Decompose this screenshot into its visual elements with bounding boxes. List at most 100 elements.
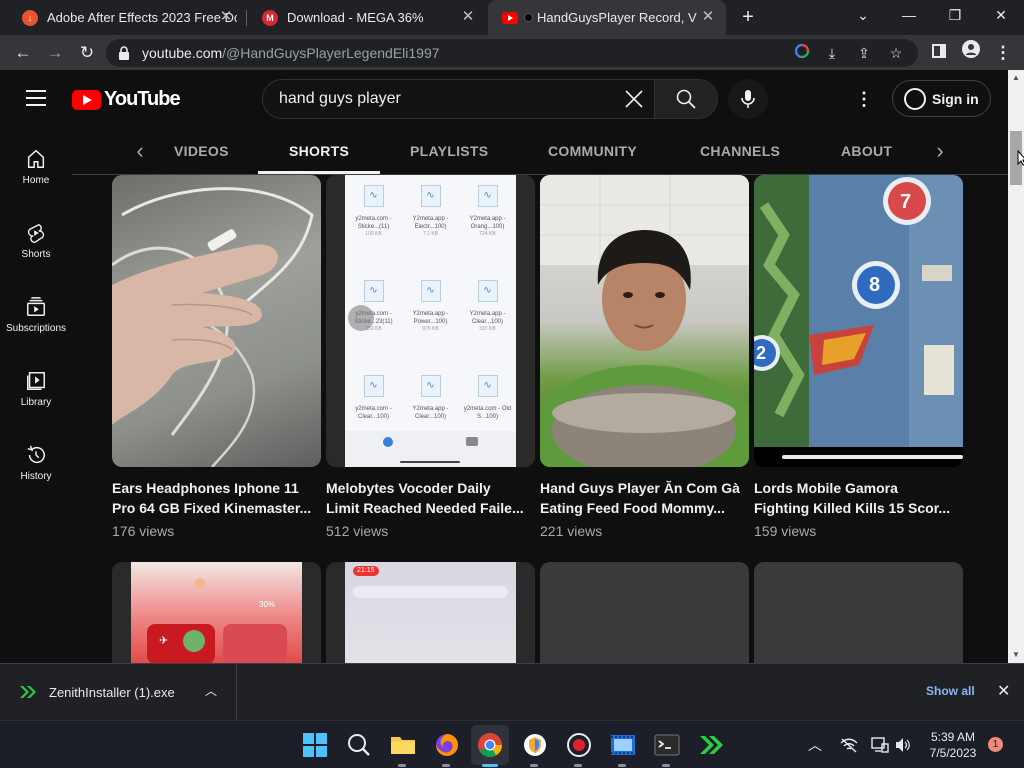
running-indicator [398, 764, 406, 767]
file-explorer-icon[interactable] [390, 732, 416, 758]
close-download-bar-icon[interactable]: ✕ [997, 681, 1010, 701]
short-title[interactable]: Melobytes Vocoder Daily Limit Reached Ne… [326, 478, 526, 518]
windows-start-icon[interactable] [302, 732, 328, 758]
tab-about[interactable]: ABOUT [841, 128, 892, 174]
sign-in-button[interactable]: Sign in [892, 80, 991, 117]
install-app-icon[interactable]: ⤓ [822, 43, 842, 63]
file-manager-bottom-nav [345, 431, 516, 467]
notification-badge[interactable]: 1 [988, 737, 1003, 752]
close-tab-icon[interactable]: ✕ [460, 9, 476, 25]
short-thumbnail-placeholder[interactable] [540, 562, 749, 663]
sidebar-label: History [20, 471, 52, 482]
shorts-icon [27, 224, 45, 243]
audio-file-icon: ∿ [420, 375, 441, 397]
audio-file-tile: ∿ Y2meta.app - Clear...100) 337 KB [459, 270, 516, 365]
tab-community[interactable]: COMMUNITY [548, 128, 637, 174]
channel-tabs: ‹ VIDEOS SHORTS PLAYLISTS COMMUNITY CHAN… [72, 128, 1008, 175]
mouse-cursor-icon [1017, 150, 1024, 166]
short-thumbnail[interactable]: 30% ✈ [112, 562, 321, 663]
short-thumbnail[interactable] [540, 175, 749, 467]
share-icon[interactable]: ⇪ [854, 43, 874, 63]
forward-arrow-icon[interactable]: → [42, 40, 68, 66]
minimize-button[interactable]: — [886, 4, 932, 28]
chevron-right-icon[interactable]: › [928, 140, 952, 164]
short-thumbnail[interactable] [112, 175, 321, 467]
sidebar-item-library[interactable]: Library [0, 350, 72, 424]
short-thumbnail[interactable]: 7 8 2 [754, 175, 963, 467]
hamburger-menu-icon[interactable] [26, 90, 46, 106]
chrome-icon[interactable] [477, 732, 503, 758]
view-count: 221 views [540, 523, 603, 539]
scroll-down-arrow-icon[interactable]: ▼ [1011, 650, 1021, 660]
new-tab-button[interactable]: + [736, 6, 760, 30]
bookmark-star-icon[interactable]: ☆ [886, 43, 906, 63]
short-title[interactable]: Lords Mobile Gamora Fighting Killed Kill… [754, 478, 954, 518]
back-arrow-icon[interactable]: ← [10, 40, 36, 66]
sidebar-item-subscriptions[interactable]: Subscriptions [0, 276, 72, 350]
browser-menu-icon[interactable]: ⋮ [990, 40, 1016, 66]
search-bar [353, 586, 508, 598]
network-disconnected-icon[interactable] [840, 737, 858, 753]
voice-search-button[interactable] [728, 79, 768, 119]
folder-icon [466, 437, 478, 446]
terminal-icon[interactable] [654, 732, 680, 758]
system-clock[interactable]: 5:39 AM 7/5/2023 [918, 729, 988, 761]
tab-playlists[interactable]: PLAYLISTS [410, 128, 488, 174]
chevron-left-icon[interactable]: ‹ [128, 140, 152, 164]
tab-channels[interactable]: CHANNELS [700, 128, 780, 174]
close-tab-icon[interactable]: ✕ [700, 9, 716, 25]
audio-file-tile: ∿ Y2meta.app - Power...100) 979 KB [402, 270, 459, 365]
sidebar-item-history[interactable]: History [0, 424, 72, 498]
microphone-icon [741, 90, 755, 108]
youtube-sidebar: Home Shorts Subscriptions Library Histor… [0, 128, 72, 663]
vpn-shield-icon[interactable] [522, 732, 548, 758]
google-lens-icon[interactable] [792, 43, 812, 63]
history-icon [27, 445, 45, 464]
profile-icon[interactable] [958, 40, 984, 66]
download-item[interactable]: ZenithInstaller (1).exe ︿ [0, 664, 237, 720]
audio-file-icon: ∿ [420, 280, 441, 302]
show-all-button[interactable]: Show all [926, 684, 975, 698]
volume-icon[interactable] [895, 737, 911, 753]
game-number-badge: 7 [900, 191, 912, 213]
browser-tab-youtube[interactable]: HandGuysPlayer Record, Vide ✕ [488, 0, 726, 35]
status-time-badge: 21:15 [353, 566, 379, 576]
tab-shorts[interactable]: SHORTS [258, 128, 381, 174]
search-input[interactable]: hand guys player [262, 79, 655, 119]
audio-file-icon: ∿ [363, 185, 384, 207]
address-bar[interactable]: youtube.com/@HandGuysPlayerLegendEli1997… [106, 39, 918, 67]
side-panel-icon[interactable] [926, 40, 952, 66]
tab-search-chevron-icon[interactable]: ⌄ [840, 4, 886, 28]
zenith-file-icon [20, 686, 36, 698]
close-window-button[interactable]: ✕ [978, 4, 1024, 28]
screen-recorder-icon[interactable] [566, 732, 592, 758]
sidebar-item-shorts[interactable]: Shorts [0, 202, 72, 276]
youtube-logo[interactable]: YouTube [72, 88, 181, 111]
short-thumbnail-placeholder[interactable] [754, 562, 963, 663]
search-icon[interactable] [346, 732, 372, 758]
close-tab-icon[interactable]: ✕ [218, 9, 234, 25]
youtube-header: YouTube hand guys player ⋮ Sign in [0, 70, 1008, 128]
short-title[interactable]: Hand Guys Player Ăn Com Gà Eating Feed F… [540, 478, 740, 518]
firefox-icon[interactable] [434, 732, 460, 758]
sidebar-item-home[interactable]: Home [0, 128, 72, 202]
search-button[interactable] [654, 79, 718, 119]
browser-tab-mega[interactable]: M Download - MEGA 36% ✕ [248, 0, 486, 35]
browser-tab-after-effects[interactable]: ↓ Adobe After Effects 2023 Free Do ✕ [8, 0, 244, 35]
view-count: 176 views [112, 523, 175, 539]
scroll-up-arrow-icon[interactable]: ▲ [1011, 73, 1021, 83]
tab-videos[interactable]: VIDEOS [174, 128, 229, 174]
restore-button[interactable]: ❐ [932, 4, 978, 28]
show-hidden-icons-chevron-icon[interactable]: ︿ [808, 735, 822, 755]
zenith-app-icon[interactable] [698, 732, 724, 758]
display-icon[interactable] [871, 736, 889, 754]
library-icon [27, 372, 45, 390]
short-thumbnail[interactable]: 21:15 [326, 562, 535, 663]
video-editor-icon[interactable] [610, 732, 636, 758]
more-options-icon[interactable]: ⋮ [852, 87, 876, 111]
short-title[interactable]: Ears Headphones Iphone 11 Pro 64 GB Fixe… [112, 478, 312, 518]
clear-search-icon[interactable] [622, 87, 646, 111]
reload-icon[interactable]: ↻ [74, 40, 100, 66]
chevron-up-icon[interactable]: ︿ [205, 682, 217, 699]
short-thumbnail[interactable]: ∿ y2meta.com - Sticke...(11) 100 KB ∿ Y2met… [326, 175, 535, 467]
